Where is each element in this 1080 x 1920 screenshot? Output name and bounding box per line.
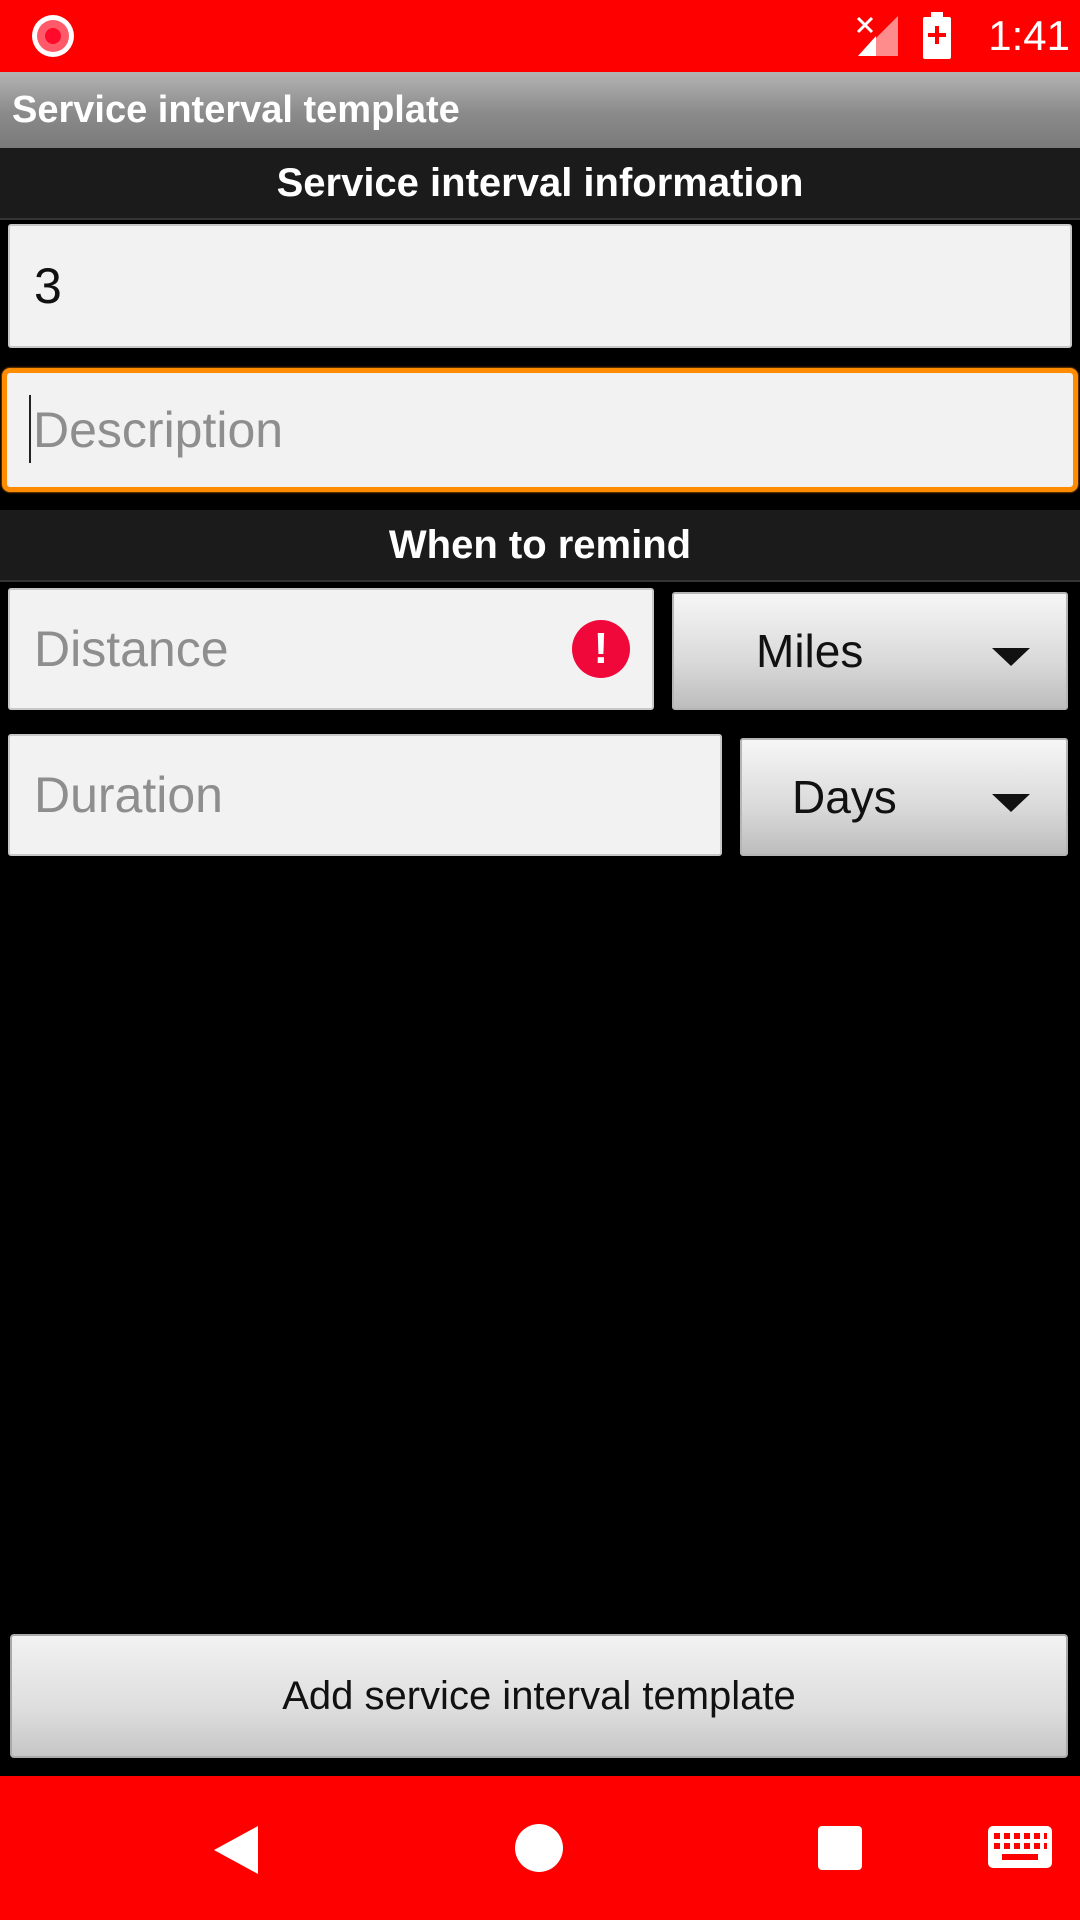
section-header-information: Service interval information [0,148,1080,220]
duration-unit-spinner[interactable]: Days [740,738,1068,856]
battery-charging-icon [923,12,951,59]
action-bar: Service interval template [0,72,1080,148]
page-title: Service interval template [12,89,460,131]
screen-record-icon [32,15,74,57]
distance-field[interactable]: Distance ! [8,588,654,710]
distance-unit-label: Miles [756,625,864,677]
no-signal-icon [856,16,898,56]
description-field[interactable]: Description [2,368,1078,492]
description-placeholder: Description [33,402,284,458]
name-field-value: 3 [34,258,62,314]
navigation-bar [0,1776,1080,1920]
distance-placeholder: Distance [34,621,229,677]
chevron-down-icon [992,794,1030,812]
error-icon[interactable]: ! [572,620,630,678]
section-header-remind: When to remind [0,510,1080,582]
distance-unit-spinner[interactable]: Miles [672,592,1068,710]
keyboard-icon[interactable] [988,1826,1052,1868]
text-cursor [29,395,31,463]
home-icon[interactable] [515,1824,563,1872]
name-field[interactable]: 3 [8,224,1072,348]
back-icon[interactable] [214,1826,258,1874]
duration-field[interactable]: Duration [8,734,722,856]
status-bar: 1:41 [0,0,1080,72]
add-template-button[interactable]: Add service interval template [10,1634,1068,1758]
recent-apps-icon[interactable] [818,1826,862,1870]
chevron-down-icon [992,648,1030,666]
duration-unit-label: Days [792,771,897,823]
clock: 1:41 [988,12,1070,59]
duration-placeholder: Duration [34,767,223,823]
